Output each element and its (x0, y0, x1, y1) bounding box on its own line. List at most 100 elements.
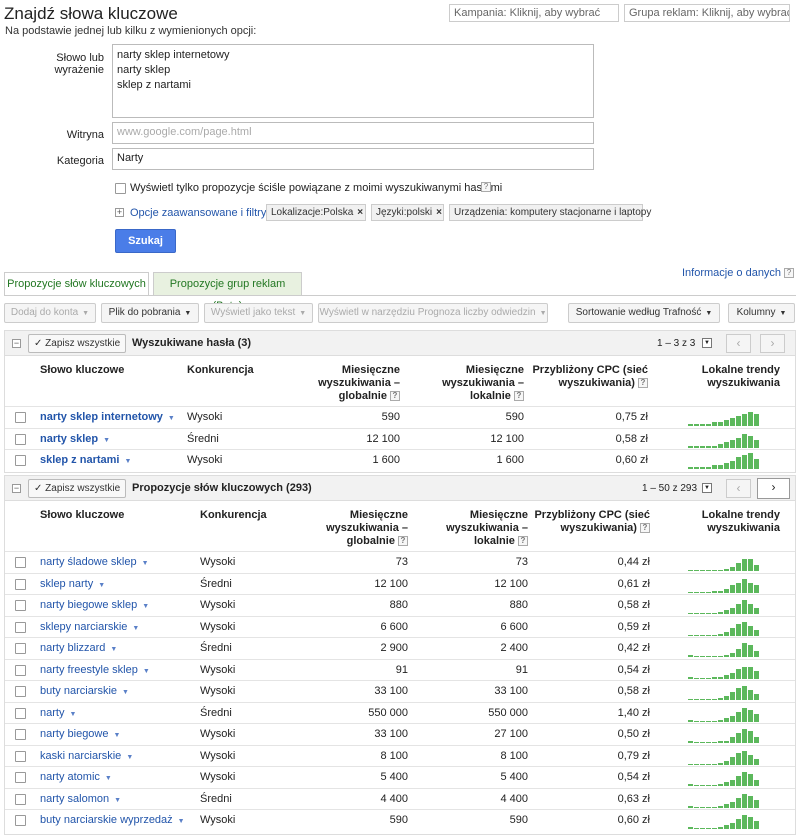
keyword-link[interactable]: buty narciarskie wyprzedaż ▼ (40, 814, 185, 826)
table-row: narty salomon ▼ Średni 4 400 4 400 0,63 zł (5, 787, 795, 810)
trend-bar (688, 424, 693, 426)
keyword-link[interactable]: narty biegowe sklep ▼ (40, 599, 149, 611)
filter-chip-location[interactable]: Lokalizacje:Polska × (266, 204, 366, 221)
collapse-icon[interactable]: − (12, 484, 21, 493)
keyword-link[interactable]: narty sklep internetowy ▼ (40, 411, 175, 423)
search-button[interactable]: Szukaj (115, 229, 176, 253)
col-global[interactable]: Miesięczne wyszukiwania – globalnie ? (298, 509, 408, 548)
keyword-link[interactable]: sklep narty ▼ (40, 578, 105, 590)
keyword-link[interactable]: narty atomic ▼ (40, 771, 112, 783)
row-checkbox[interactable] (15, 557, 26, 568)
trend-bar (742, 455, 747, 469)
adgroup-picker[interactable]: Grupa reklam: Kliknij, aby wybrać (624, 4, 790, 22)
table-row: narty biegowe ▼ Wysoki 33 100 27 100 0,50 zł (5, 723, 795, 745)
keyword-link[interactable]: narty biegowe ▼ (40, 728, 120, 740)
row-checkbox[interactable] (15, 412, 26, 423)
keyword-textarea[interactable] (112, 44, 594, 118)
row-checkbox[interactable] (15, 621, 26, 633)
keyword-link[interactable]: sklep z nartami ▼ (40, 454, 131, 466)
trend-bar (688, 763, 693, 765)
filter-chip-language[interactable]: Języki:polski × (371, 204, 444, 221)
help-icon[interactable]: ? (784, 268, 794, 278)
row-checkbox[interactable] (15, 750, 26, 762)
trend-bar (694, 656, 699, 657)
keyword-link[interactable]: narty ▼ (40, 707, 76, 719)
keyword-link[interactable]: narty śladowe sklep ▼ (40, 556, 149, 568)
trend-bar (718, 805, 723, 808)
prev-page-button[interactable]: ‹ (726, 334, 751, 353)
col-keyword[interactable]: Słowo kluczowe (40, 364, 124, 377)
website-input[interactable]: www.google.com/page.html (112, 122, 594, 144)
next-page-button[interactable]: › (760, 334, 785, 353)
keyword-link[interactable]: sklepy narciarskie ▼ (40, 621, 139, 633)
chevron-down-icon[interactable]: ▼ (702, 338, 712, 348)
advanced-options-link[interactable]: Opcje zaawansowane i filtry (130, 207, 266, 219)
row-checkbox[interactable] (15, 793, 26, 805)
row-checkbox[interactable] (15, 455, 26, 466)
trend-bar (730, 692, 735, 700)
row-checkbox[interactable] (15, 815, 26, 826)
tab-adgroup-ideas[interactable]: Propozycje grup reklam (Beta) (153, 272, 302, 312)
row-checkbox[interactable] (15, 643, 26, 654)
filter-chip-text: Lokalizacje:Polska (271, 207, 354, 218)
expand-plus-icon[interactable]: + (115, 208, 124, 217)
save-all-button[interactable]: ✓ Zapisz wszystkie (28, 479, 127, 498)
keyword-link[interactable]: narty sklep ▼ (40, 433, 110, 445)
keyword-link[interactable]: buty narciarskie ▼ (40, 685, 129, 697)
filter-chip-devices[interactable]: Urządzenia: komputery stacjonarne i lapt… (449, 204, 651, 221)
col-local[interactable]: Miesięczne wyszukiwania – lokalnie ? (414, 364, 524, 403)
row-checkbox[interactable] (15, 686, 26, 697)
next-page-button[interactable]: › (757, 478, 790, 499)
trend-bar (742, 621, 747, 636)
about-data-link[interactable]: Informacje o danych (682, 267, 781, 279)
row-checkbox[interactable] (15, 578, 26, 590)
col-competition[interactable]: Konkurencja (200, 509, 267, 522)
traffic-estimator-button[interactable]: Wyświetl w narzędziu Prognoza liczby odw… (318, 303, 548, 323)
tab-keyword-ideas[interactable]: Propozycje słów kluczowych (4, 272, 149, 296)
chevron-down-icon[interactable]: ▼ (702, 483, 712, 493)
category-input[interactable]: Narty (112, 148, 594, 170)
row-checkbox[interactable] (15, 707, 26, 719)
keyword-link[interactable]: narty blizzard ▼ (40, 642, 117, 654)
trend-bar (712, 785, 717, 786)
row-checkbox[interactable] (15, 772, 26, 783)
col-keyword[interactable]: Słowo kluczowe (40, 509, 124, 522)
keyword-link[interactable]: narty salomon ▼ (40, 793, 121, 805)
row-checkbox[interactable] (15, 664, 26, 676)
sort-button[interactable]: Sortowanie według Trafność ▼ (568, 303, 720, 323)
row-checkbox[interactable] (15, 433, 26, 445)
row-checkbox[interactable] (15, 729, 26, 740)
col-global[interactable]: Miesięczne wyszukiwania – globalnie ? (290, 364, 400, 403)
help-icon[interactable]: ? (481, 182, 491, 192)
row-checkbox[interactable] (15, 600, 26, 611)
trend-bar (742, 750, 747, 765)
col-local[interactable]: Miesięczne wyszukiwania – lokalnie ? (418, 509, 528, 548)
trend-bar (688, 719, 693, 722)
download-button[interactable]: Plik do pobrania ▼ (101, 303, 199, 323)
col-trends[interactable]: Lokalne trendy wyszukiwania (680, 364, 780, 390)
columns-button[interactable]: Kolumny ▼ (728, 303, 795, 323)
close-icon[interactable]: × (436, 207, 442, 218)
prev-page-button[interactable]: ‹ (726, 479, 751, 498)
col-text: Miesięczne (349, 509, 408, 521)
competition-cell: Średni (200, 577, 232, 590)
campaign-picker[interactable]: Kampania: Kliknij, aby wybrać (449, 4, 619, 22)
keyword-link[interactable]: kaski narciarskie ▼ (40, 750, 133, 762)
show-as-text-button[interactable]: Wyświetl jako tekst ▼ (204, 303, 313, 323)
trend-bar (748, 604, 753, 614)
col-cpc[interactable]: Przybliżony CPC (sieć wyszukiwania) ? (530, 364, 648, 390)
col-cpc[interactable]: Przybliżony CPC (sieć wyszukiwania) ? (532, 509, 650, 535)
table-row: narty ▼ Średni 550 000 550 000 1,40 zł (5, 701, 795, 724)
col-text: lokalnie ? (418, 535, 528, 548)
collapse-icon[interactable]: − (12, 339, 21, 348)
trend-bar (730, 756, 735, 765)
add-to-account-button[interactable]: Dodaj do konta ▼ (4, 303, 96, 323)
local-searches-cell: 91 (515, 663, 528, 676)
col-competition[interactable]: Konkurencja (187, 364, 254, 377)
close-icon[interactable]: × (357, 207, 363, 218)
col-trends[interactable]: Lokalne trendy wyszukiwania (680, 509, 780, 535)
keyword-link[interactable]: narty freestyle sklep ▼ (40, 664, 150, 676)
trend-bar (742, 414, 747, 426)
save-all-button[interactable]: ✓ Zapisz wszystkie (28, 334, 127, 353)
exact-match-checkbox[interactable] (115, 183, 126, 194)
